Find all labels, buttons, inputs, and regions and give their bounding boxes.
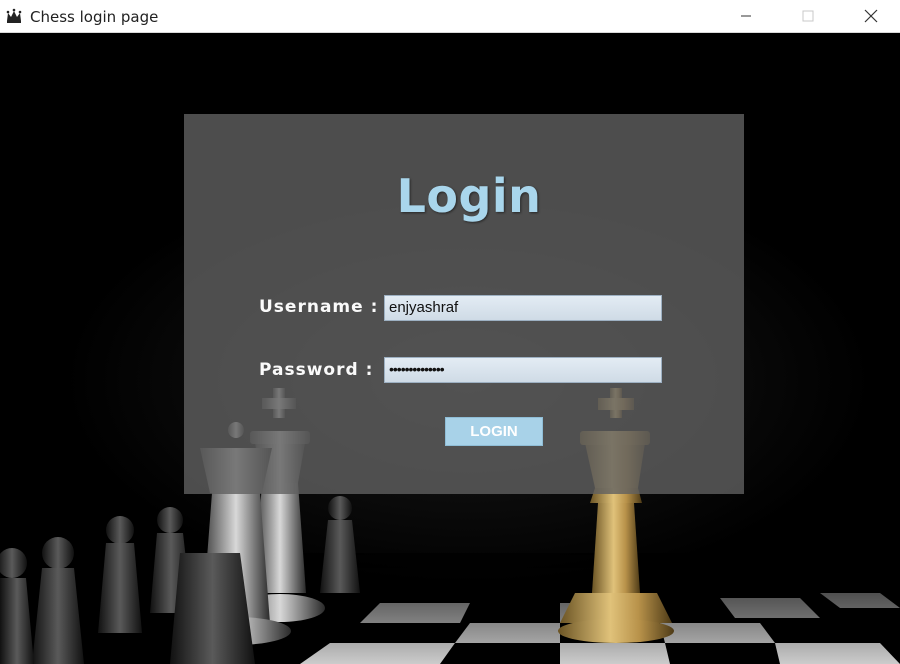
maximize-button[interactable]: [786, 0, 830, 32]
login-panel: Login Username : enjyashraf Password : •…: [184, 114, 744, 494]
login-heading: Login: [396, 169, 542, 223]
close-button[interactable]: [849, 0, 893, 32]
minimize-button[interactable]: [724, 0, 768, 32]
password-input[interactable]: ••••••••••••••: [384, 357, 662, 383]
login-button[interactable]: LOGIN: [445, 417, 543, 446]
window-title: Chess login page: [30, 8, 159, 26]
chess-crown-icon: [5, 7, 23, 25]
title-bar: Chess login page: [0, 0, 900, 33]
username-label: Username :: [259, 297, 379, 317]
minimize-icon: [741, 15, 751, 17]
maximize-icon: [802, 10, 814, 22]
dark-pawn-pieces: [0, 496, 360, 664]
password-label: Password :: [259, 360, 374, 380]
chess-background: Login Username : enjyashraf Password : •…: [0, 33, 900, 664]
close-icon: [864, 9, 878, 23]
username-input[interactable]: enjyashraf: [384, 295, 662, 321]
